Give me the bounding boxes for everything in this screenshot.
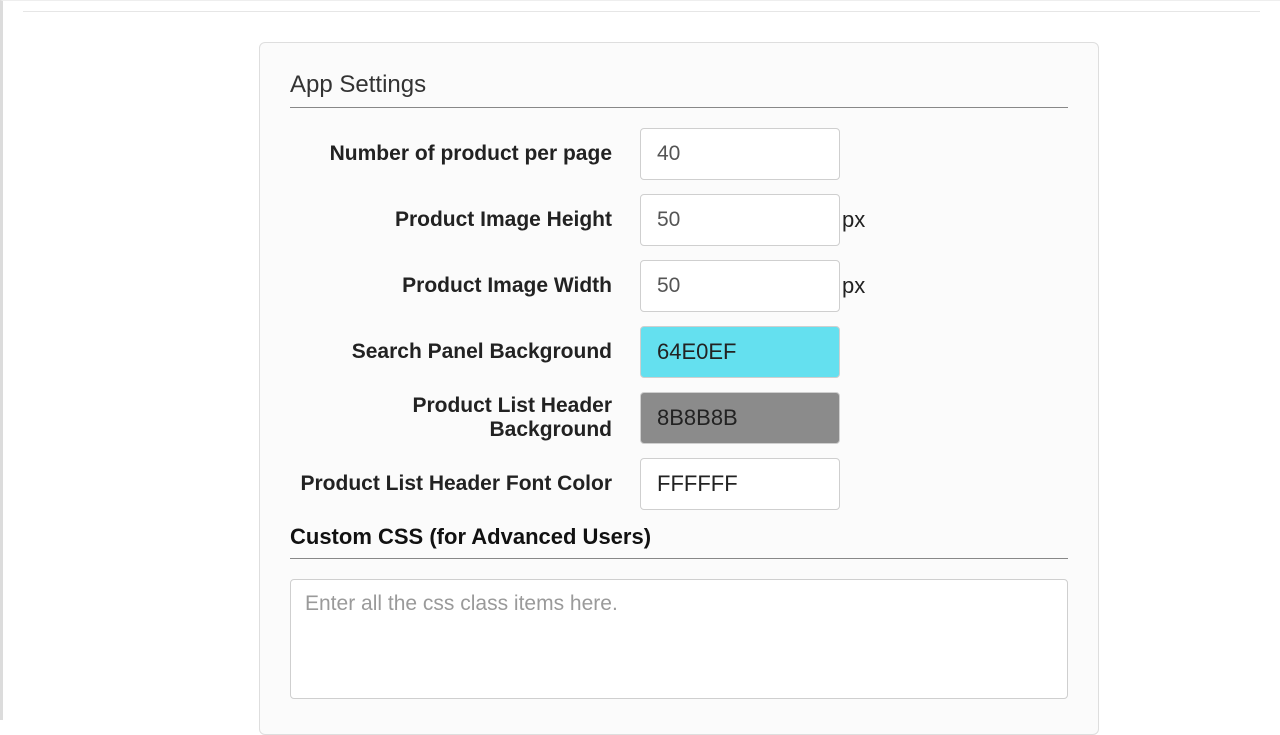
custom-css-divider xyxy=(290,558,1068,559)
input-product-list-header-font-color[interactable] xyxy=(640,458,840,510)
row-product-image-height: Product Image Height px xyxy=(290,194,1068,246)
app-settings-title: App Settings xyxy=(290,71,1068,99)
input-product-image-height[interactable] xyxy=(640,194,840,246)
app-settings-panel: App Settings Number of product per page … xyxy=(259,42,1099,735)
input-search-panel-background[interactable] xyxy=(640,326,840,378)
label-search-panel-background: Search Panel Background xyxy=(290,340,640,364)
custom-css-textarea[interactable] xyxy=(290,579,1068,699)
row-search-panel-background: Search Panel Background xyxy=(290,326,1068,378)
row-products-per-page: Number of product per page xyxy=(290,128,1068,180)
input-product-list-header-background[interactable] xyxy=(640,392,840,444)
label-product-list-header-background: Product List Header Background xyxy=(290,394,640,442)
app-settings-divider xyxy=(290,107,1068,108)
top-divider xyxy=(23,11,1260,12)
label-product-image-width: Product Image Width xyxy=(290,274,640,298)
label-product-list-header-font-color: Product List Header Font Color xyxy=(290,472,640,496)
input-product-image-width[interactable] xyxy=(640,260,840,312)
row-product-list-header-font-color: Product List Header Font Color xyxy=(290,458,1068,510)
label-products-per-page: Number of product per page xyxy=(290,142,640,166)
label-product-image-height: Product Image Height xyxy=(290,208,640,232)
suffix-px-height: px xyxy=(842,207,865,233)
row-product-image-width: Product Image Width px xyxy=(290,260,1068,312)
suffix-px-width: px xyxy=(842,273,865,299)
custom-css-title: Custom CSS (for Advanced Users) xyxy=(290,524,1068,550)
input-products-per-page[interactable] xyxy=(640,128,840,180)
row-product-list-header-background: Product List Header Background xyxy=(290,392,1068,444)
